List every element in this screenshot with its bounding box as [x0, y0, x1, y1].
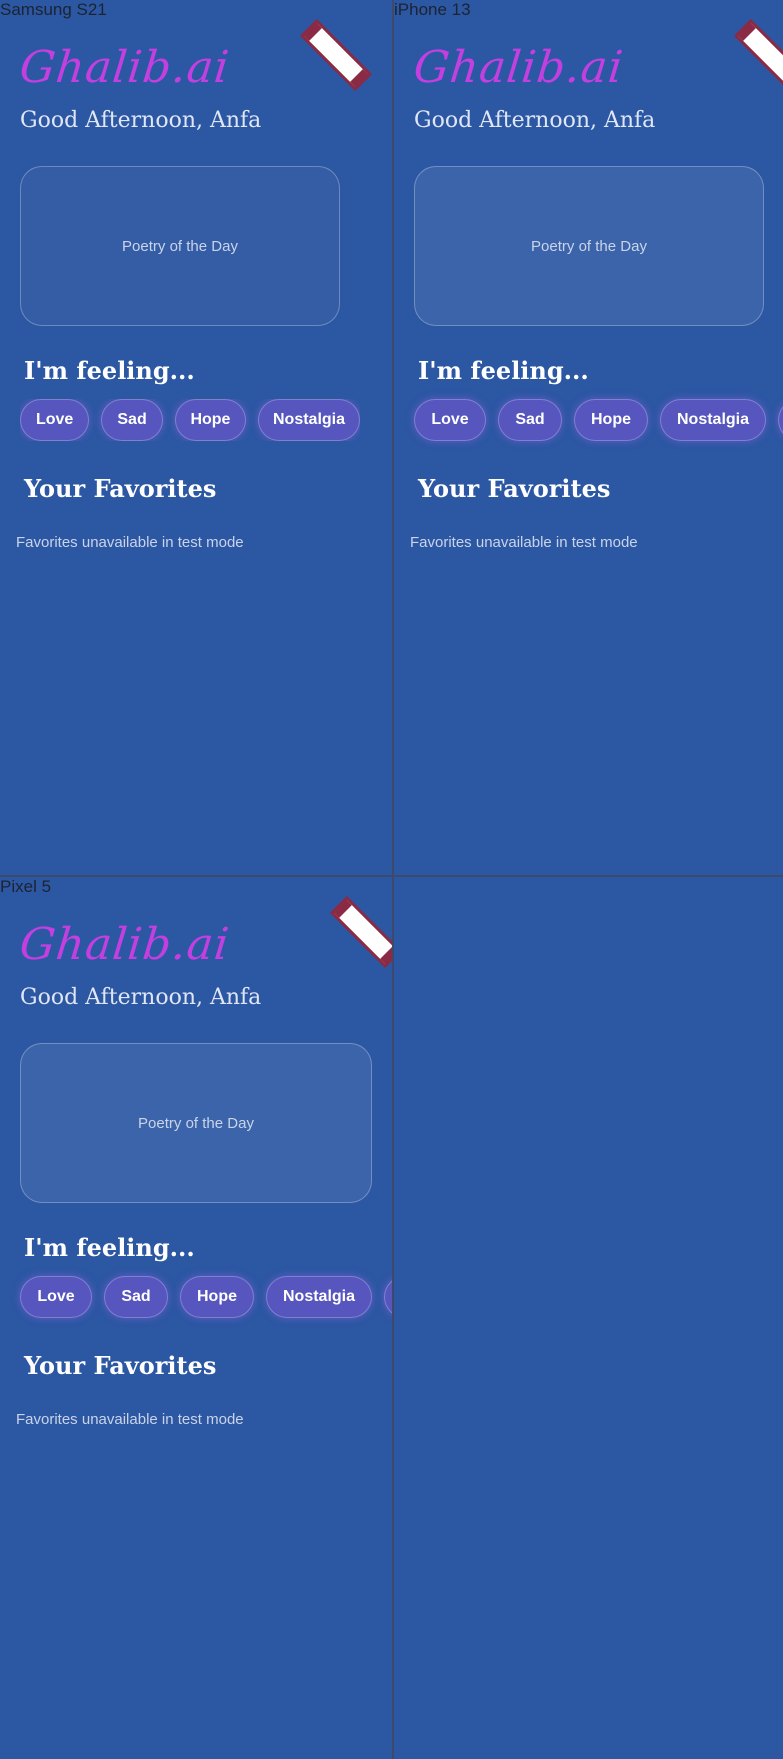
- mood-chip-love[interactable]: Love: [20, 399, 90, 441]
- device-label: Pixel 5: [0, 877, 52, 896]
- mood-chip-love[interactable]: Love: [20, 1276, 92, 1318]
- mood-chip-hope[interactable]: Hope: [180, 1276, 254, 1318]
- greeting: Good Afternoon, Anfa: [20, 108, 262, 133]
- mood-chip-hope[interactable]: Hope: [574, 399, 648, 441]
- mood-chip-love[interactable]: Love: [414, 399, 486, 441]
- mood-chips: Love Sad Hope Nostalgia: [20, 399, 360, 441]
- poetry-of-the-day-card[interactable]: Poetry of the Day: [414, 166, 764, 326]
- greeting: Good Afternoon, Anfa: [20, 985, 262, 1010]
- mood-chips: Love Sad Hope Nostalgia: [414, 399, 783, 441]
- feeling-heading: I'm feeling...: [24, 1233, 195, 1262]
- device-label: Samsung S21: [0, 0, 107, 19]
- debug-banner-icon: [334, 900, 392, 964]
- poetry-of-the-day-card[interactable]: Poetry of the Day: [20, 166, 340, 326]
- debug-banner-icon: [738, 23, 783, 87]
- feeling-heading: I'm feeling...: [24, 356, 195, 385]
- favorites-message: Favorites unavailable in test mode: [16, 534, 244, 551]
- favorites-heading: Your Favorites: [24, 474, 217, 503]
- mood-chips: Love Sad Hope Nostalgia: [20, 1276, 392, 1318]
- mood-chip-nostalgia[interactable]: Nostalgia: [266, 1276, 372, 1318]
- poetry-of-the-day-card[interactable]: Poetry of the Day: [20, 1043, 372, 1203]
- app-logo: Ghalib.ai: [17, 919, 233, 970]
- device-panel-iphone-13: iPhone 13 Ghalib.ai Good Afternoon, Anfa…: [394, 0, 783, 875]
- mood-chip-nostalgia[interactable]: Nostalgia: [660, 399, 766, 441]
- mood-chip-sad[interactable]: Sad: [101, 399, 163, 441]
- favorites-message: Favorites unavailable in test mode: [410, 534, 638, 551]
- mood-chip-sad[interactable]: Sad: [498, 399, 562, 441]
- favorites-heading: Your Favorites: [418, 474, 611, 503]
- mood-chip-more[interactable]: [778, 399, 783, 441]
- device-label: iPhone 13: [394, 0, 471, 19]
- device-panel-pixel-5: Pixel 5 Ghalib.ai Good Afternoon, Anfa P…: [0, 877, 392, 1759]
- mood-chip-nostalgia[interactable]: Nostalgia: [258, 399, 360, 441]
- favorites-heading: Your Favorites: [24, 1351, 217, 1380]
- mood-chip-more[interactable]: [384, 1276, 392, 1318]
- mood-chip-hope[interactable]: Hope: [174, 399, 247, 441]
- greeting: Good Afternoon, Anfa: [414, 108, 656, 133]
- mood-chip-sad[interactable]: Sad: [104, 1276, 168, 1318]
- app-logo: Ghalib.ai: [17, 42, 233, 93]
- app-logo: Ghalib.ai: [411, 42, 627, 93]
- favorites-message: Favorites unavailable in test mode: [16, 1411, 244, 1428]
- debug-banner-icon: [304, 23, 368, 87]
- device-panel-samsung-s21: Samsung S21 Ghalib.ai Good Afternoon, An…: [0, 0, 392, 875]
- feeling-heading: I'm feeling...: [418, 356, 589, 385]
